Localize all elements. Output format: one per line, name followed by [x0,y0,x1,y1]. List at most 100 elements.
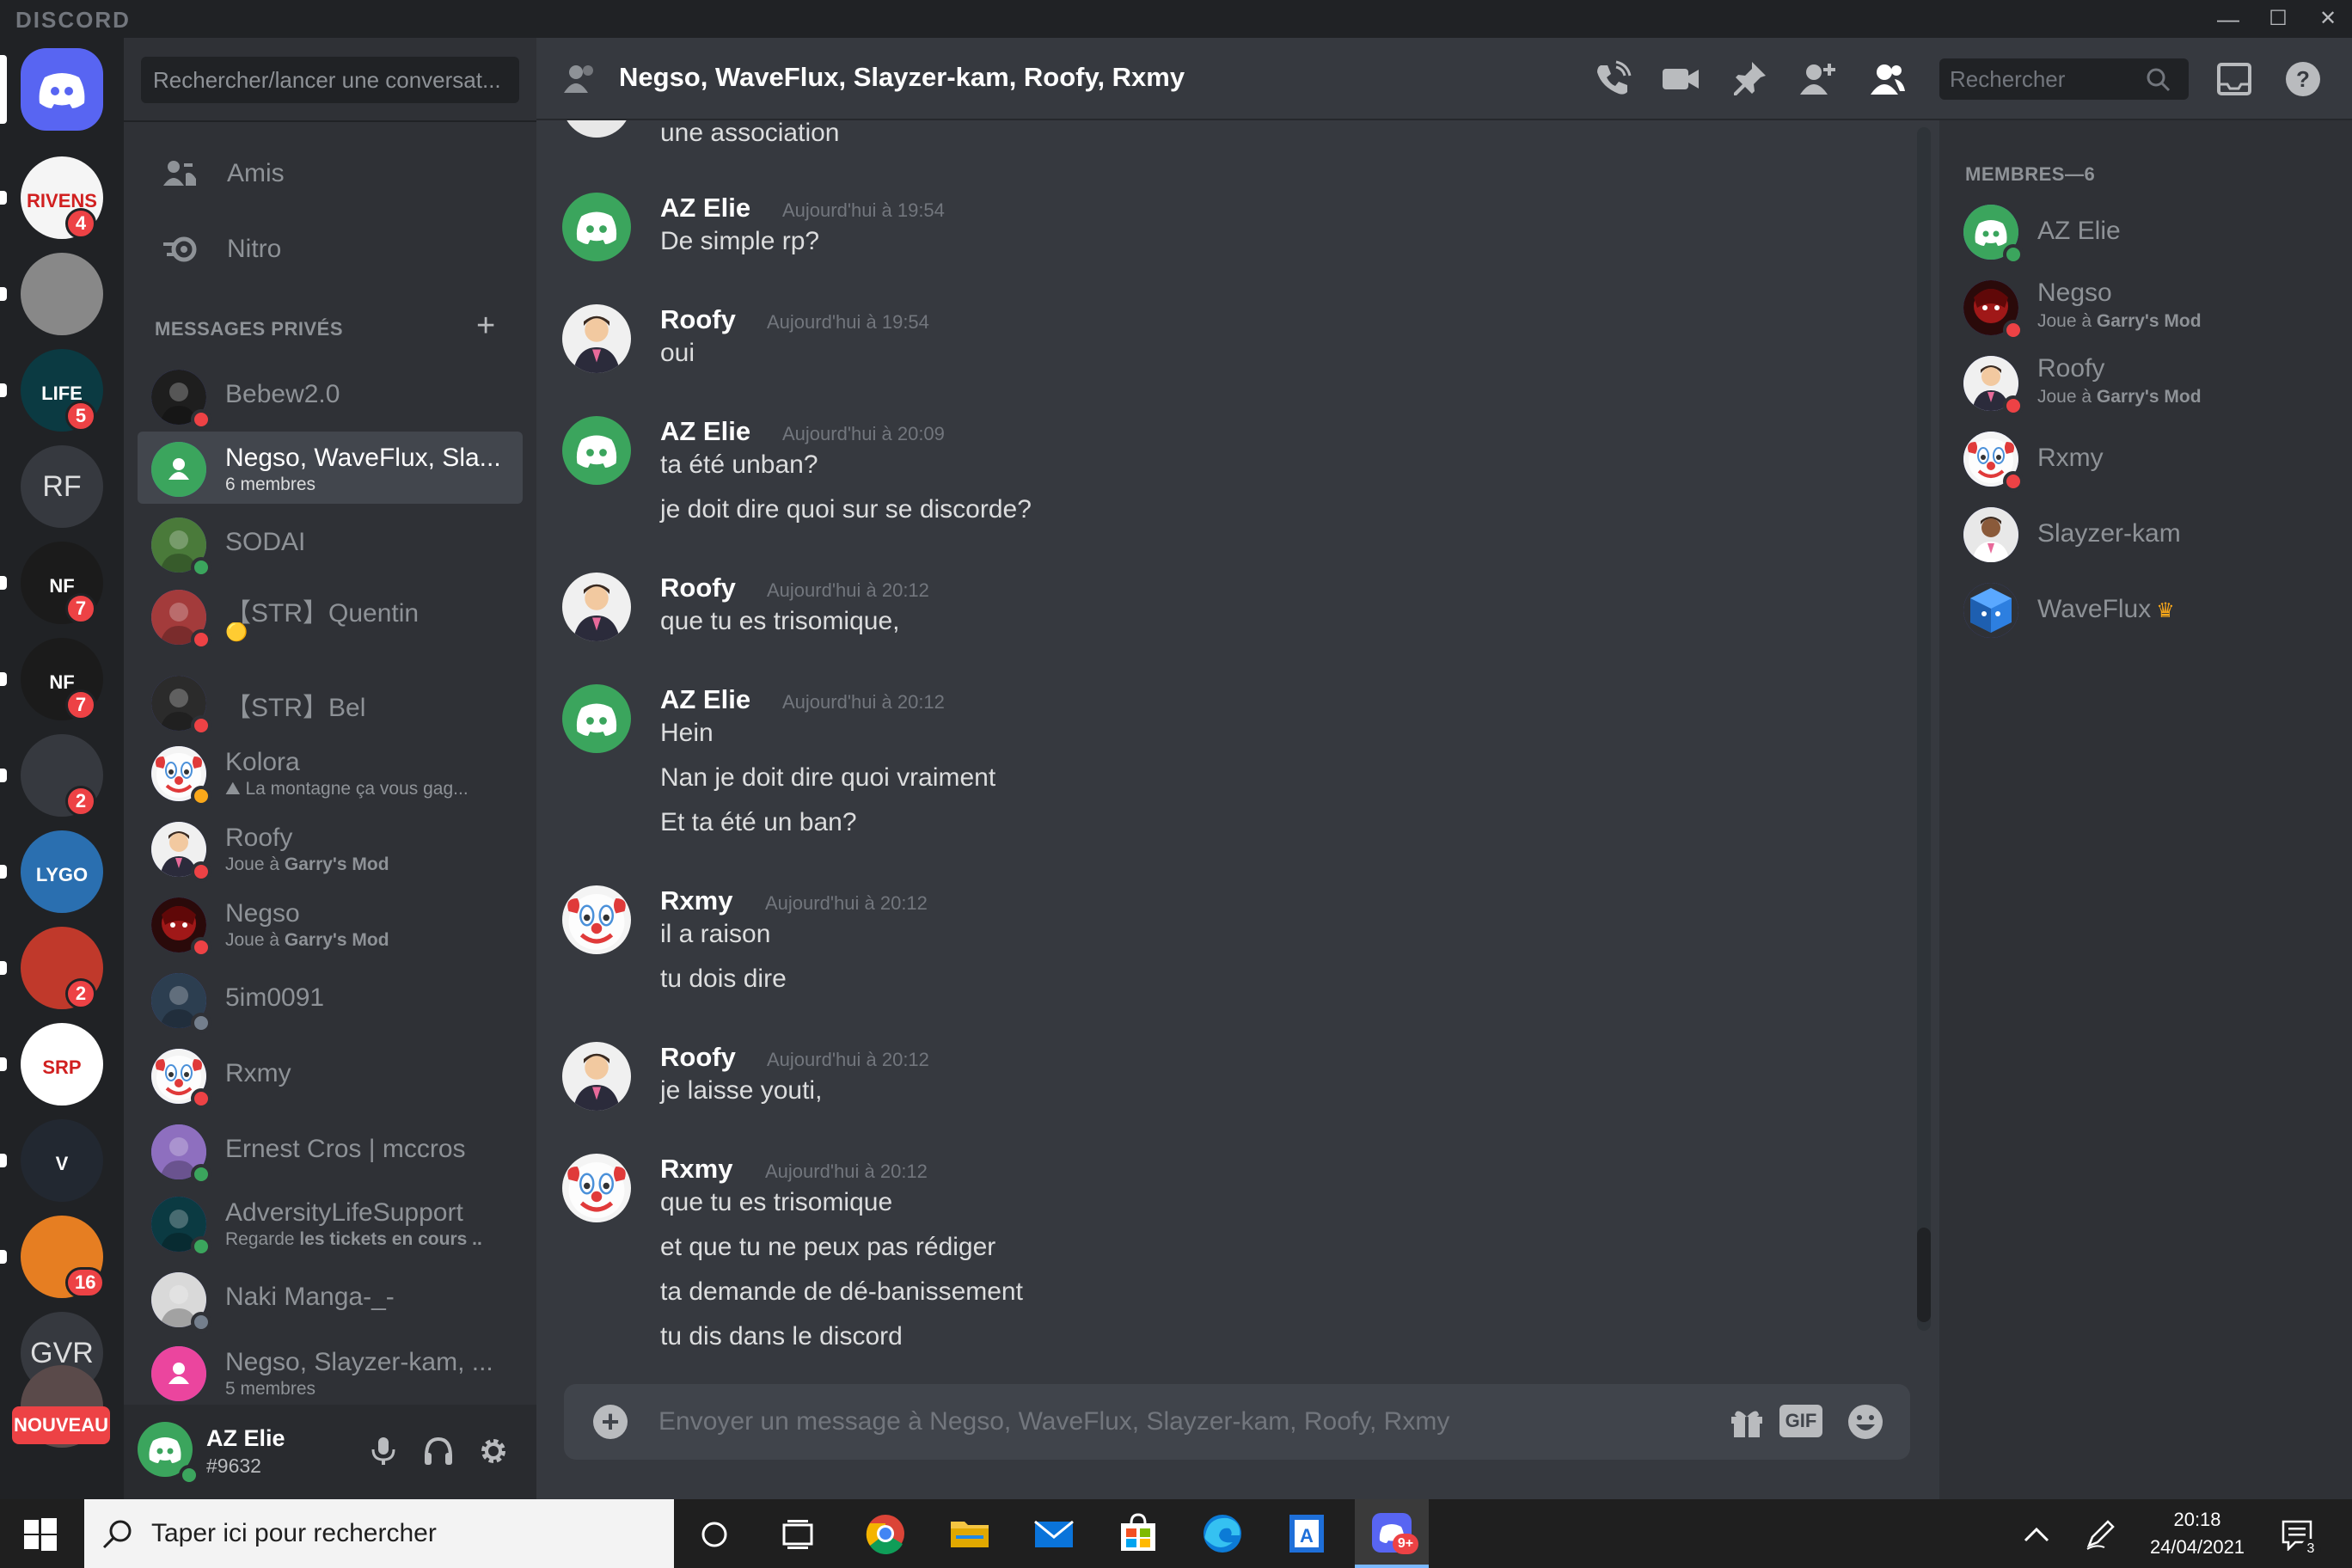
dm-item[interactable]: Kolora ⛰ La montagne ça vous gag... [138,736,523,808]
server-unread-indicator [0,1154,7,1167]
message-list: une association AZ Elie Aujourd'hui à 19:… [536,120,1939,1410]
message-text: Nan je doit dire quoi vraiment [660,763,996,792]
message-input[interactable] [658,1403,1742,1441]
voice-call-icon[interactable] [1592,60,1632,98]
dm-item[interactable]: AdversityLifeSupport Regarde les tickets … [138,1186,523,1259]
task-view-icon[interactable] [781,1518,815,1551]
maximize-button[interactable]: ☐ [2257,3,2299,34]
message-author[interactable]: Roofy [660,1042,736,1073]
microphone-icon[interactable] [366,1434,401,1468]
dm-item[interactable]: 5im0091 [138,963,523,1035]
upload-plus-button[interactable]: + [593,1405,628,1439]
member-item[interactable]: AZ Elie [1953,196,2338,268]
chat-scrollbar[interactable] [1917,127,1931,1331]
chrome-icon[interactable] [861,1510,910,1558]
windows-start-icon[interactable] [24,1518,57,1551]
mail-icon[interactable] [1030,1510,1078,1558]
chat-scrollbar-thumb[interactable] [1917,1228,1931,1322]
pinned-messages-icon[interactable] [1730,60,1769,98]
message-avatar[interactable] [562,304,631,373]
taskbar-discord-active[interactable]: 9+ [1355,1499,1429,1568]
dm-item[interactable]: SODAI [138,507,523,579]
message-avatar[interactable] [562,1042,631,1111]
dm-item[interactable]: Bebew2.0 [138,359,523,432]
emoji-picker-icon[interactable] [1845,1401,1886,1442]
server-gta-v[interactable]: V [21,1119,103,1202]
gif-button[interactable]: GIF [1779,1405,1822,1437]
message-text: et que tu ne peux pas rédiger [660,1233,996,1261]
dm-avatar [151,442,206,497]
dm-item[interactable]: 【STR】Bel [138,665,523,738]
discord-window: DISCORD — ☐ ✕ RIVENS 4 LIFE 5 RF NF 7 NF 7 2 LYGO 2… [0,0,2352,1568]
message-author[interactable]: AZ Elie [660,193,750,224]
headphones-icon[interactable] [421,1434,456,1468]
server-lygo[interactable]: LYGO [21,830,103,913]
dm-item[interactable]: Ernest Cros | mccros [138,1114,523,1186]
app-brand: DISCORD [15,7,131,33]
member-activity: Joue à Garry's Mod [2037,311,2202,332]
server-RF[interactable]: RF [21,445,103,528]
member-item[interactable]: Roofy Joue à Garry's Mod [1953,347,2338,420]
message-timestamp: Aujourd'hui à 19:54 [767,311,929,333]
message-avatar[interactable] [562,885,631,954]
dm-activity-name: Garry's Mod [284,854,389,874]
translator-icon[interactable]: A [1283,1510,1331,1558]
create-dm-button[interactable]: + [476,308,495,345]
nav-nitro[interactable]: Nitro [138,217,523,282]
member-list-icon[interactable] [1867,60,1907,98]
member-item[interactable]: Rxmy [1953,423,2338,495]
server-logo-text: NF [49,671,75,693]
tray-chevron-up-icon[interactable] [2022,1520,2051,1549]
dm-item[interactable]: Negso, Slayzer-kam, ... 5 membres [138,1336,523,1408]
member-item[interactable]: WaveFlux ♛ [1953,574,2338,646]
file-explorer-icon[interactable] [946,1510,994,1558]
dm-search-input[interactable]: Rechercher/lancer une conversat... [141,57,519,103]
taskbar-search-input[interactable]: Taper ici pour rechercher [84,1499,674,1568]
new-server-label[interactable]: NOUVEAU [12,1406,110,1444]
inbox-icon[interactable] [2214,60,2254,98]
dm-item[interactable]: Roofy Joue à Garry's Mod [138,812,523,884]
cortana-icon[interactable] [698,1518,731,1551]
dm-item[interactable]: 【STR】Quentin 🟡 [138,579,523,652]
message-author[interactable]: AZ Elie [660,416,750,447]
message-avatar[interactable] [562,193,631,261]
microsoft-store-icon[interactable] [1114,1510,1162,1558]
server-discord-home[interactable] [21,48,103,131]
message-author[interactable]: AZ Elie [660,684,750,715]
chat-header: Negso, WaveFlux, Slayzer-kam, Roofy, Rxm… [536,38,2352,120]
member-item[interactable]: Negso Joue à Garry's Mod [1953,272,2338,344]
dm-item[interactable]: Naki Manga-_- [138,1262,523,1334]
message-avatar[interactable] [562,573,631,641]
message-avatar[interactable] [562,416,631,485]
taskbar-clock[interactable]: 20:18 24/04/2021 [2137,1506,2257,1561]
dm-subtext: Joue à Garry's Mod [225,854,509,875]
message-avatar[interactable] [562,684,631,753]
message-composer: + GIF [564,1384,1910,1460]
message-author[interactable]: Roofy [660,573,736,603]
close-button[interactable]: ✕ [2307,3,2349,34]
message-avatar[interactable] [562,1154,631,1222]
add-friend-to-dm-icon[interactable] [1798,60,1838,98]
message-author[interactable]: Rxmy [660,1154,732,1185]
message-avatar[interactable] [562,120,631,138]
server-mention-badge: 7 [65,593,96,624]
dm-item[interactable]: Negso, WaveFlux, Sla... 6 membres [138,432,523,504]
settings-gear-icon[interactable] [476,1434,511,1468]
dm-search-area: Rechercher/lancer une conversat... [124,38,536,122]
dm-item[interactable]: Negso Joue à Garry's Mod [138,887,523,959]
edge-icon[interactable] [1198,1510,1246,1558]
message-author[interactable]: Roofy [660,304,736,335]
member-item[interactable]: Slayzer-kam [1953,499,2338,571]
minimize-button[interactable]: — [2208,3,2249,34]
help-icon[interactable]: ? [2283,60,2323,98]
gift-icon[interactable] [1726,1401,1767,1442]
server-srp[interactable]: SRP [21,1023,103,1106]
server-photo-server[interactable] [21,253,103,335]
video-call-icon[interactable] [1661,60,1700,98]
server-unread-indicator [0,1250,7,1264]
pen-workspace-icon[interactable] [2084,1518,2116,1551]
discord-logo-icon [562,416,631,485]
dm-item[interactable]: Rxmy [138,1038,523,1111]
nav-friends[interactable]: Amis [138,141,523,206]
message-author[interactable]: Rxmy [660,885,732,916]
